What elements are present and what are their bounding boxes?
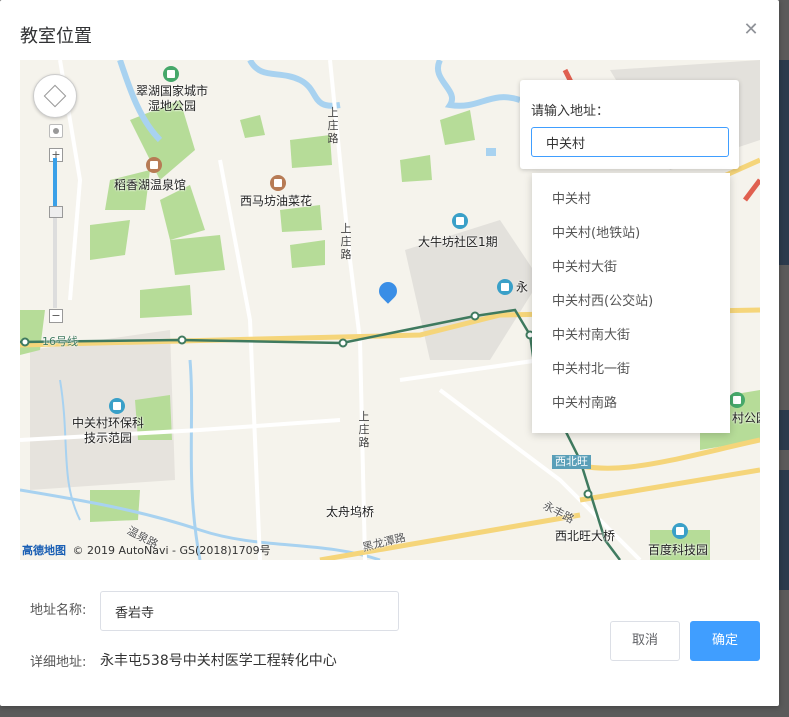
- background-peek: [779, 470, 789, 590]
- map-attribution: 高德地图 © 2019 AutoNavi - GS(2018)1709号: [22, 542, 271, 558]
- poi-label: 百度科技园: [648, 543, 709, 557]
- park-poi-icon: [163, 66, 179, 82]
- tech-park-poi-icon: [672, 523, 688, 539]
- zoom-out-icon[interactable]: −: [49, 309, 63, 323]
- suggestion-item[interactable]: 中关村北一街: [532, 353, 730, 387]
- poi-label: 村公园: [732, 411, 760, 425]
- attraction-poi-icon: [270, 175, 286, 191]
- zoom-slider-thumb[interactable]: [49, 206, 63, 218]
- poi-label: 西北旺大桥: [555, 529, 616, 543]
- suggestion-item[interactable]: 中关村大街: [532, 251, 730, 285]
- road-label: 上庄路: [358, 410, 370, 449]
- address-name-input[interactable]: [100, 591, 399, 631]
- suggestion-dropdown: 中关村 中关村(地铁站) 中关村大街 中关村西(公交站) 中关村南大街 中关村北…: [532, 173, 730, 433]
- suggestion-item[interactable]: 中关村西(公交站): [532, 285, 730, 319]
- close-icon[interactable]: ✕: [741, 20, 761, 40]
- confirm-button[interactable]: 确定: [690, 621, 760, 661]
- poi-label: 西马坊油菜花: [240, 194, 313, 208]
- address-name-label: 地址名称:: [30, 603, 87, 618]
- detail-address-value: 永丰屯538号中关村医学工程转化中心: [100, 653, 337, 669]
- background-peek: [779, 410, 789, 450]
- poi-label: 翠湖国家城市湿地公园: [136, 84, 209, 113]
- map-copyright: © 2019 AutoNavi - GS(2018)1709号: [72, 544, 271, 557]
- map-view[interactable]: + − 翠湖国家城市湿地公园 稻香湖温泉馆 西马坊油菜花 大牛坊社区1期 永 中…: [20, 60, 760, 560]
- road-label: 上庄路: [340, 222, 352, 261]
- spa-poi-icon: [146, 157, 162, 173]
- amap-logo: 高德地图: [22, 544, 66, 557]
- poi-label: 大牛坊社区1期: [418, 235, 498, 249]
- detail-address-label: 详细地址:: [30, 655, 87, 670]
- building-poi-icon: [497, 279, 513, 295]
- poi-label: 中关村环保科技示范园: [72, 416, 145, 445]
- address-search-input[interactable]: [531, 127, 729, 157]
- industrial-park-poi-icon: [109, 398, 125, 414]
- metro-line-label: 16号线: [42, 335, 78, 348]
- suggestion-item[interactable]: 中关村南大街: [532, 319, 730, 353]
- suggestion-item[interactable]: 中关村(地铁站): [532, 217, 730, 251]
- park-poi-icon: [729, 392, 745, 408]
- address-search-card: 请输入地址：: [520, 80, 739, 169]
- dialog-title: 教室位置: [20, 26, 92, 47]
- cancel-button[interactable]: 取消: [610, 621, 680, 661]
- residential-poi-icon: [452, 213, 468, 229]
- suggestion-item[interactable]: 中关村南路: [532, 387, 730, 421]
- location-dialog: 教室位置 ✕ + − 翠湖国家城市湿地公园 稻香湖温泉馆 西马坊油菜花 大牛坊社…: [0, 0, 779, 706]
- station-sign: 西北旺: [552, 455, 591, 469]
- zoom-level-fill: [53, 158, 57, 210]
- road-label: 上庄路: [327, 106, 339, 145]
- pan-control-icon[interactable]: [33, 74, 77, 118]
- zoom-reset-icon[interactable]: [49, 124, 63, 138]
- suggestion-item[interactable]: 中关村: [532, 183, 730, 217]
- poi-label: 太舟坞桥: [326, 505, 375, 519]
- poi-label: 稻香湖温泉馆: [114, 178, 187, 192]
- search-label: 请输入地址：: [531, 104, 610, 119]
- poi-label: 永: [516, 280, 529, 294]
- background-peek: [779, 60, 789, 265]
